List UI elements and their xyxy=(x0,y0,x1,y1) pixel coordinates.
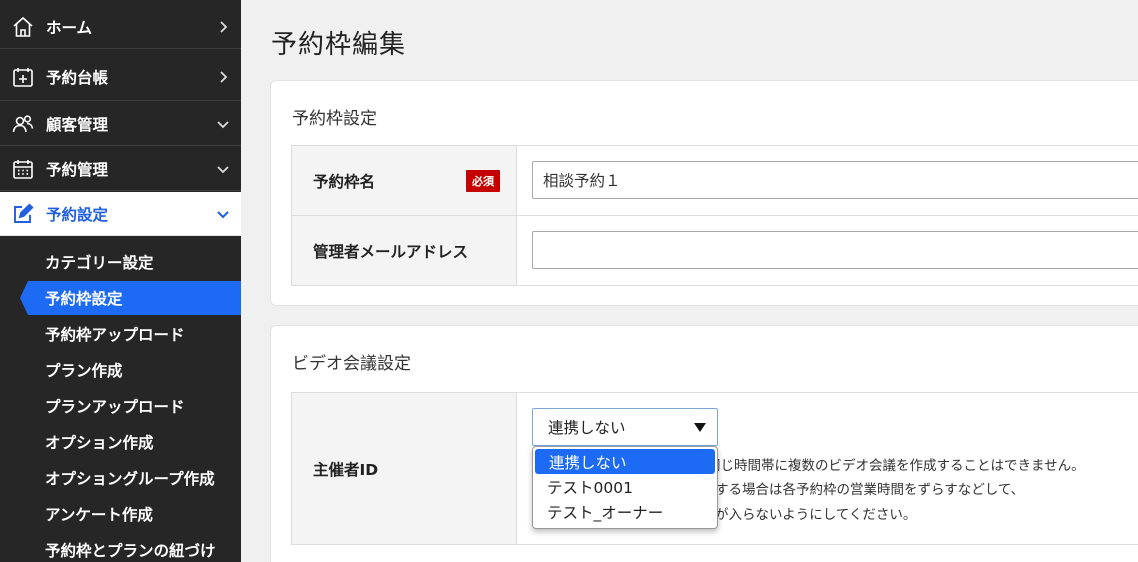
submenu-slot-upload[interactable]: 予約枠アップロード xyxy=(0,317,241,351)
help-text-line-3: が入らないようにしてください。 xyxy=(715,507,917,523)
chevron-right-icon xyxy=(217,70,229,83)
dropdown-option[interactable]: テスト_オーナー xyxy=(533,499,717,524)
submenu-label: 予約枠アップロード xyxy=(45,326,185,344)
video-conference-card: ビデオ会議設定 主催者ID 連携しない 同じ時間帯に複数のビデオ会議を作成するこ… xyxy=(270,325,1138,562)
submenu-label: 予約枠設定 xyxy=(45,290,123,308)
chevron-down-icon xyxy=(217,208,229,220)
section-title: 予約枠設定 xyxy=(292,109,377,129)
field-label: 予約枠名 必須 xyxy=(291,146,517,215)
submenu-slot-plan-link[interactable]: 予約枠とプランの紐づけ xyxy=(0,533,241,562)
submenu-label: オプション作成 xyxy=(45,434,154,452)
slot-name-input[interactable] xyxy=(532,161,1138,199)
page-title: 予約枠編集 xyxy=(271,30,407,60)
sidebar-item-label: 予約台帳 xyxy=(46,68,109,87)
dropdown-arrow-icon xyxy=(694,423,706,432)
submenu-label: プランアップロード xyxy=(45,398,185,416)
edit-icon xyxy=(11,202,35,226)
video-settings-form: 主催者ID 連携しない 同じ時間帯に複数のビデオ会議を作成することはできません。… xyxy=(291,392,1138,545)
select-value: 連携しない xyxy=(548,419,626,437)
chevron-down-icon xyxy=(217,163,229,175)
slot-name-label: 予約枠名 xyxy=(313,172,376,191)
sidebar-item-reservation-book[interactable]: 予約台帳 xyxy=(0,53,241,101)
sidebar-item-home[interactable]: ホーム xyxy=(0,5,241,49)
help-text-line-1: 同じ時間帯に複数のビデオ会議を作成することはできません。 xyxy=(707,458,1085,474)
admin-email-label: 管理者メールアドレス xyxy=(313,242,469,261)
submenu-label: カテゴリー設定 xyxy=(45,254,154,272)
submenu-plan-upload[interactable]: プランアップロード xyxy=(0,389,241,423)
help-text-line-2: する場合は各予約枠の営業時間をずらすなどして、 xyxy=(715,482,1025,498)
sidebar-item-label: 顧客管理 xyxy=(46,115,109,134)
sidebar-item-reservations[interactable]: 予約管理 xyxy=(0,147,241,191)
section-title: ビデオ会議設定 xyxy=(292,354,411,374)
slot-settings-form: 予約枠名 必須 管理者メールアドレス xyxy=(291,145,1138,286)
slot-settings-card: 予約枠設定 予約枠名 必須 管理者メールアドレス xyxy=(270,80,1138,306)
sidebar-item-reservation-settings[interactable]: 予約設定 xyxy=(0,192,241,236)
home-icon xyxy=(11,15,35,39)
sidebar: ホーム 予約台帳 顧客管理 予約管理 予約設定 カテゴリー設定 予約枠設定 予約… xyxy=(0,0,241,562)
submenu-option-create[interactable]: オプション作成 xyxy=(0,425,241,459)
dropdown-option[interactable]: テスト0001 xyxy=(533,474,717,499)
submenu-survey-create[interactable]: アンケート作成 xyxy=(0,497,241,531)
sidebar-item-label: 予約管理 xyxy=(46,160,109,179)
chevron-down-icon xyxy=(217,118,229,130)
submenu-plan-create[interactable]: プラン作成 xyxy=(0,353,241,387)
submenu-slot-settings[interactable]: 予約枠設定 xyxy=(0,281,241,315)
form-row-slot-name: 予約枠名 必須 xyxy=(291,146,1138,216)
host-id-select[interactable]: 連携しない xyxy=(532,408,718,446)
host-id-dropdown-list: 連携しない テスト0001 テスト_オーナー xyxy=(532,446,718,529)
submenu-label: オプショングループ作成 xyxy=(45,470,215,488)
admin-email-input[interactable] xyxy=(532,231,1138,269)
sidebar-item-label: ホーム xyxy=(46,18,93,37)
field-label: 管理者メールアドレス xyxy=(291,216,517,285)
form-row-host-id: 主催者ID 連携しない 同じ時間帯に複数のビデオ会議を作成することはできません。… xyxy=(291,393,1138,545)
submenu-label: プラン作成 xyxy=(45,362,123,380)
sidebar-item-label: 予約設定 xyxy=(46,205,109,224)
field-label: 主催者ID xyxy=(291,393,517,544)
submenu-label: 予約枠とプランの紐づけ xyxy=(45,542,216,560)
chevron-right-icon xyxy=(217,20,229,33)
sidebar-item-customers[interactable]: 顧客管理 xyxy=(0,102,241,146)
submenu-label: アンケート作成 xyxy=(45,506,153,524)
users-icon xyxy=(11,112,35,136)
submenu-option-group-create[interactable]: オプショングループ作成 xyxy=(0,461,241,495)
submenu-category-settings[interactable]: カテゴリー設定 xyxy=(0,245,241,279)
required-badge: 必須 xyxy=(466,169,500,192)
calendar-grid-icon xyxy=(11,157,35,181)
dropdown-option[interactable]: 連携しない xyxy=(535,449,715,474)
calendar-plus-icon xyxy=(11,65,35,89)
form-row-admin-email: 管理者メールアドレス xyxy=(291,216,1138,286)
host-id-label: 主催者ID xyxy=(313,460,379,479)
